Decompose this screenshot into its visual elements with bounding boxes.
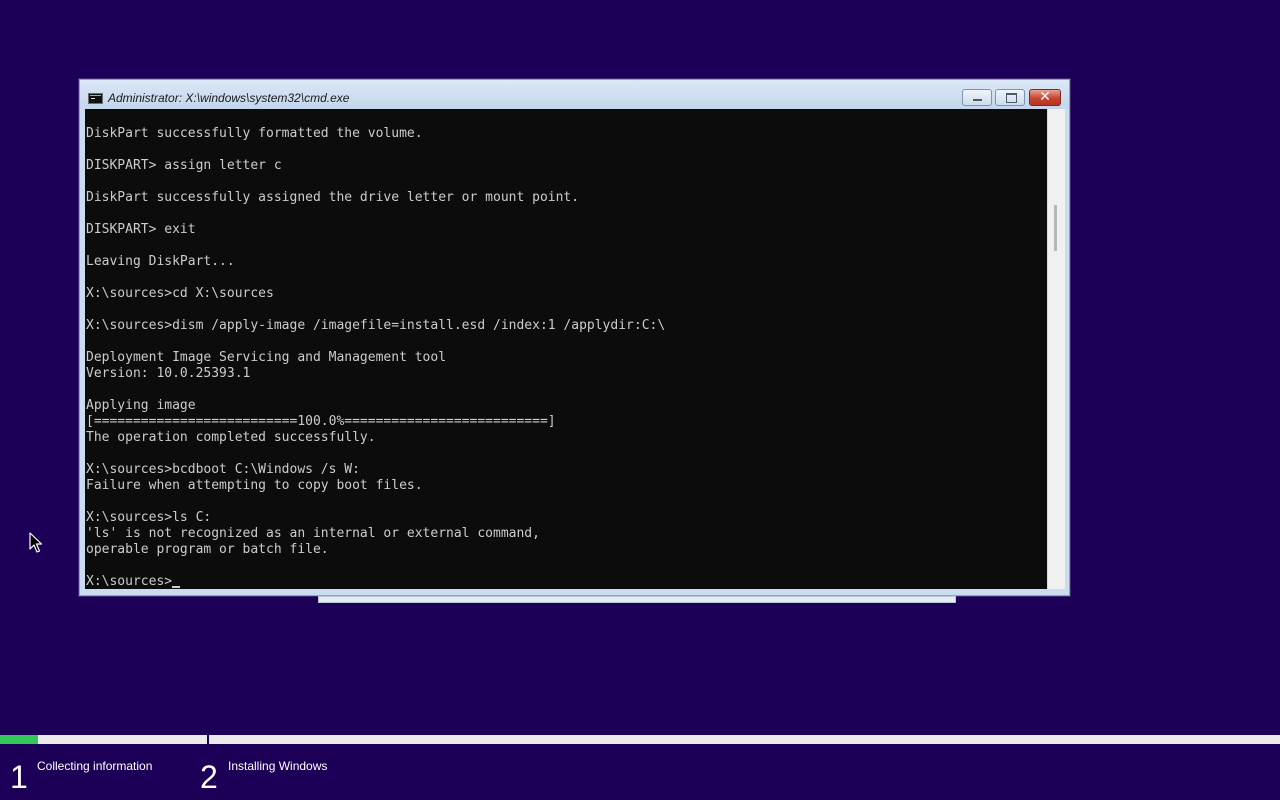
- console-line: Version: 10.0.25393.1: [86, 366, 251, 381]
- vertical-scrollbar[interactable]: [1048, 109, 1065, 589]
- window-title: Administrator: X:\windows\system32\cmd.e…: [108, 91, 350, 105]
- progress-step-divider: [207, 735, 209, 744]
- console-line: Deployment Image Servicing and Managemen…: [86, 350, 447, 365]
- step-2-label: Installing Windows: [228, 759, 328, 773]
- maximize-icon: [1006, 93, 1017, 103]
- console-prompt-line[interactable]: X:\sources>: [86, 574, 665, 589]
- setup-progress-bar: [0, 735, 1280, 744]
- minimize-icon: [973, 99, 982, 101]
- console-prompt: X:\sources>: [86, 574, 173, 589]
- console-line: Applying image: [86, 398, 196, 413]
- title-bar[interactable]: Administrator: X:\windows\system32\cmd.e…: [80, 80, 1069, 109]
- minimize-button[interactable]: [962, 89, 992, 106]
- close-icon: ✕: [1039, 89, 1051, 105]
- cmd-app-icon[interactable]: [88, 93, 103, 104]
- console-line: DiskPart successfully assigned the drive…: [86, 190, 580, 205]
- close-button[interactable]: ✕: [1029, 89, 1061, 106]
- console-line: X:\sources>dism /apply-image /imagefile=…: [86, 318, 666, 333]
- step-2-number: 2: [200, 759, 218, 795]
- step-1-label: Collecting information: [37, 759, 153, 773]
- console-output[interactable]: DiskPart successfully formatted the volu…: [85, 109, 1047, 589]
- console-line: operable program or batch file.: [86, 542, 329, 557]
- console-lines: DiskPart successfully formatted the volu…: [86, 126, 665, 589]
- console-line: [==========================100.0%=======…: [86, 414, 556, 429]
- console-line: Failure when attempting to copy boot fil…: [86, 478, 423, 493]
- console-line: The operation completed successfully.: [86, 430, 376, 445]
- cmd-window[interactable]: Administrator: X:\windows\system32\cmd.e…: [79, 79, 1070, 603]
- console-line: DISKPART> exit: [86, 222, 196, 237]
- console-line: X:\sources>cd X:\sources: [86, 286, 274, 301]
- console-line: Leaving DiskPart...: [86, 254, 235, 269]
- mouse-pointer-icon: [29, 532, 43, 553]
- text-cursor: [172, 586, 181, 588]
- console-line: DiskPart successfully formatted the volu…: [86, 126, 423, 141]
- step-1-number: 1: [10, 759, 28, 795]
- console-line: 'ls' is not recognized as an internal or…: [86, 526, 540, 541]
- scrollbar-thumb[interactable]: [1054, 205, 1057, 251]
- console-line: X:\sources>ls C:: [86, 510, 212, 525]
- console-line: X:\sources>bcdboot C:\Windows /s W:: [86, 462, 360, 477]
- window-resize-strip: [318, 596, 956, 603]
- console-line: DISKPART> assign letter c: [86, 158, 282, 173]
- setup-progress-fill: [0, 735, 39, 744]
- maximize-button[interactable]: [995, 89, 1025, 106]
